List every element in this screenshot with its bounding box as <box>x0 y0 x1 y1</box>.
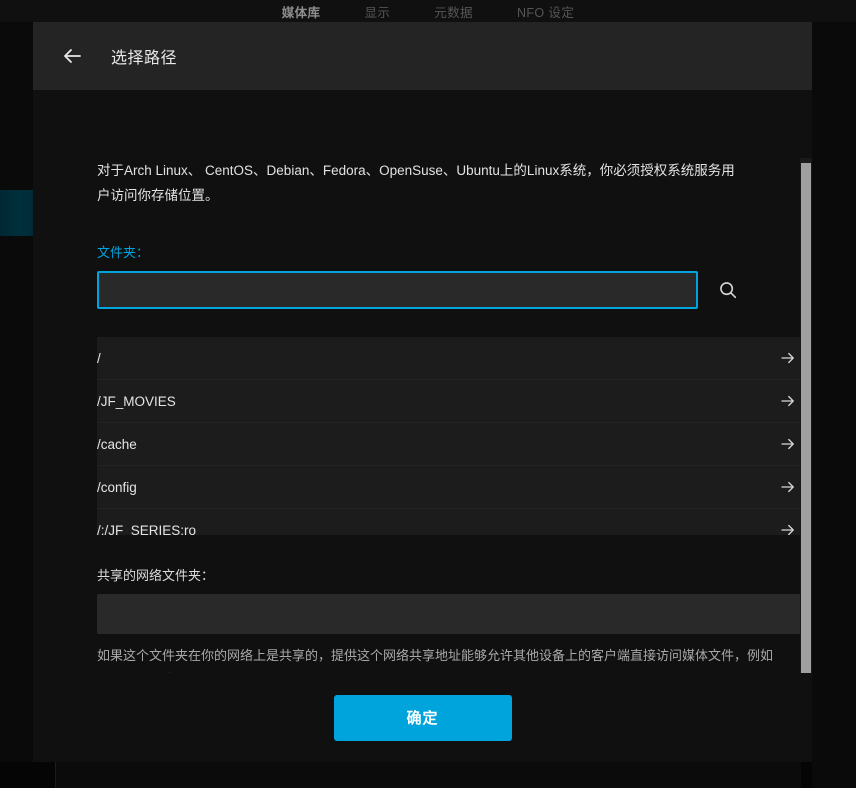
arrow-right-icon <box>779 392 797 410</box>
select-path-dialog: 选择路径 对于Arch Linux、 CentOS、Debian、Fedora、… <box>33 22 812 762</box>
network-share-input[interactable] <box>97 594 812 634</box>
folder-path-label: /JF_MOVIES <box>97 393 176 409</box>
bottom-left-backdrop <box>0 762 55 788</box>
tab-nfo-settings[interactable]: NFO 设定 <box>517 2 574 21</box>
arrow-right-icon <box>779 349 797 367</box>
tab-display[interactable]: 显示 <box>364 2 390 21</box>
dialog-header: 选择路径 <box>33 22 812 90</box>
list-item[interactable]: /config <box>97 466 812 509</box>
folder-list-container: / /JF_MOVIES /cache /config /:/JF_SERIES… <box>97 337 812 535</box>
bottom-backdrop-rule <box>55 762 801 788</box>
arrow-right-icon <box>779 521 797 535</box>
network-field-label: 共享的网络文件夹： <box>97 568 215 583</box>
search-button[interactable] <box>714 276 742 304</box>
list-item[interactable]: /:/JF_SERIES:ro <box>97 509 812 535</box>
arrow-right-icon <box>779 435 797 453</box>
folder-list: / /JF_MOVIES /cache /config /:/JF_SERIES… <box>97 337 812 535</box>
arrow-right-icon <box>779 478 797 496</box>
folder-path-label: /:/JF_SERIES:ro <box>97 522 197 536</box>
list-item[interactable]: /JF_MOVIES <box>97 380 812 423</box>
folder-path-label: /cache <box>97 436 137 452</box>
dialog-body: 对于Arch Linux、 CentOS、Debian、Fedora、OpenS… <box>33 90 812 673</box>
search-icon <box>720 282 737 299</box>
folder-input[interactable] <box>97 271 698 309</box>
folder-search-row <box>97 271 748 309</box>
right-panel-backdrop <box>812 22 856 788</box>
dialog-scroll-thumb[interactable] <box>801 163 811 673</box>
left-panel-backdrop <box>0 22 33 788</box>
folder-path-label: /config <box>97 479 137 495</box>
back-button[interactable] <box>55 39 89 73</box>
tab-media-library[interactable]: 媒体库 <box>282 2 321 21</box>
app-tabbar: 媒体库 显示 元数据 NFO 设定 <box>0 0 856 22</box>
arrow-left-icon <box>64 49 81 63</box>
folder-field-label: 文件夹： <box>97 245 150 260</box>
sidebar-active-item-sliver[interactable] <box>0 190 33 236</box>
list-item[interactable]: /cache <box>97 423 812 466</box>
intro-text: 对于Arch Linux、 CentOS、Debian、Fedora、OpenS… <box>97 163 735 203</box>
confirm-button[interactable]: 确定 <box>333 694 512 741</box>
network-help-text: 如果这个文件夹在你的网络上是共享的，提供这个网络共享地址能够允许其他设备上的客户… <box>97 648 774 673</box>
folder-path-label: / <box>97 350 101 366</box>
dialog-body-inner: 对于Arch Linux、 CentOS、Debian、Fedora、OpenS… <box>33 90 812 673</box>
list-item[interactable]: / <box>97 337 812 380</box>
tab-metadata[interactable]: 元数据 <box>434 2 473 21</box>
dialog-scrollbar[interactable] <box>800 158 812 673</box>
dialog-footer: 确定 <box>33 673 812 762</box>
dialog-title: 选择路径 <box>111 50 178 67</box>
